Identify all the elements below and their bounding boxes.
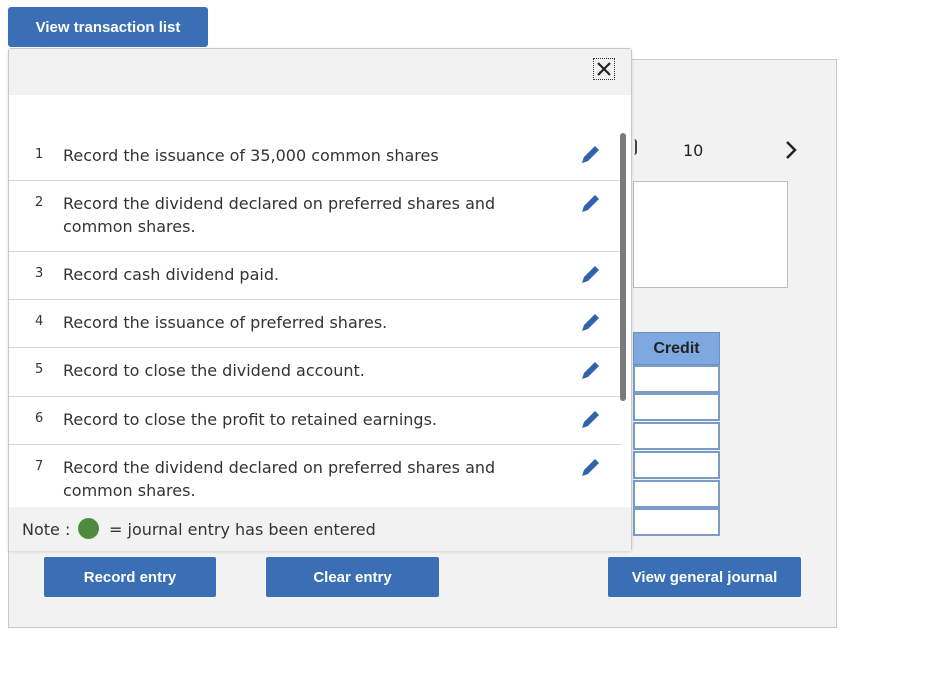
transaction-item-2[interactable]: 2 Record the dividend declared on prefer…: [9, 181, 621, 252]
item-text: Record the dividend declared on preferre…: [63, 194, 496, 236]
item-number: 2: [35, 195, 44, 210]
credit-input[interactable]: [633, 508, 720, 536]
transaction-item-7[interactable]: 7 Record the dividend declared on prefer…: [9, 445, 621, 507]
view-transaction-list-button[interactable]: View transaction list: [8, 7, 208, 54]
item-number: 7: [35, 459, 44, 474]
credit-input[interactable]: [633, 422, 720, 450]
transaction-list: 1 Record the issuance of 35,000 common s…: [9, 133, 621, 507]
transaction-item-6[interactable]: 6 Record to close the profit to retained…: [9, 397, 621, 445]
view-general-journal-button[interactable]: View general journal: [608, 557, 801, 597]
record-entry-button[interactable]: Record entry: [44, 557, 216, 597]
item-text: Record the issuance of 35,000 common sha…: [63, 146, 439, 165]
item-text: Record the dividend declared on preferre…: [63, 458, 496, 500]
view-transaction-list-label: View transaction list: [35, 18, 181, 36]
next-arrow-icon[interactable]: [784, 140, 798, 160]
transaction-item-1[interactable]: 1 Record the issuance of 35,000 common s…: [9, 133, 621, 181]
item-text: Record the issuance of preferred shares.: [63, 313, 388, 332]
pencil-icon[interactable]: [577, 262, 603, 288]
transaction-item-4[interactable]: 4 Record the issuance of preferred share…: [9, 300, 621, 348]
pencil-icon[interactable]: [577, 407, 603, 433]
popup-header: [9, 49, 631, 95]
note-text: = journal entry has been entered: [109, 520, 376, 539]
note-bar: Note : = journal entry has been entered: [9, 507, 631, 551]
transaction-description-box: [633, 181, 788, 288]
item-number: 4: [35, 314, 44, 329]
pencil-icon[interactable]: [577, 455, 603, 481]
item-number: 3: [35, 266, 44, 281]
note-label: Note :: [22, 520, 71, 539]
credit-input[interactable]: [633, 480, 720, 508]
item-number: 5: [35, 362, 44, 377]
list-scrollbar[interactable]: [620, 133, 626, 401]
close-button[interactable]: [593, 58, 615, 80]
entered-status-dot-icon: [78, 518, 99, 539]
close-icon: [597, 62, 611, 76]
transaction-list-popup: 1 Record the issuance of 35,000 common s…: [8, 48, 632, 551]
prev-arrow-partial[interactable]: [634, 139, 637, 155]
transaction-item-5[interactable]: 5 Record to close the dividend account.: [9, 348, 621, 397]
clear-entry-button[interactable]: Clear entry: [266, 557, 439, 597]
credit-input[interactable]: [633, 365, 720, 393]
pencil-icon[interactable]: [577, 310, 603, 336]
transaction-item-3[interactable]: 3 Record cash dividend paid.: [9, 252, 621, 300]
pencil-icon[interactable]: [577, 142, 603, 168]
page-number: 10: [683, 141, 704, 160]
item-text: Record cash dividend paid.: [63, 265, 280, 284]
item-number: 1: [35, 147, 44, 162]
credit-input[interactable]: [633, 393, 720, 421]
item-number: 6: [35, 411, 44, 426]
credit-input[interactable]: [633, 451, 720, 479]
item-text: Record to close the dividend account.: [63, 361, 365, 380]
item-text: Record to close the profit to retained e…: [63, 410, 437, 429]
credit-column-header: Credit: [633, 332, 720, 365]
pencil-icon[interactable]: [577, 191, 603, 217]
pencil-icon[interactable]: [577, 358, 603, 384]
